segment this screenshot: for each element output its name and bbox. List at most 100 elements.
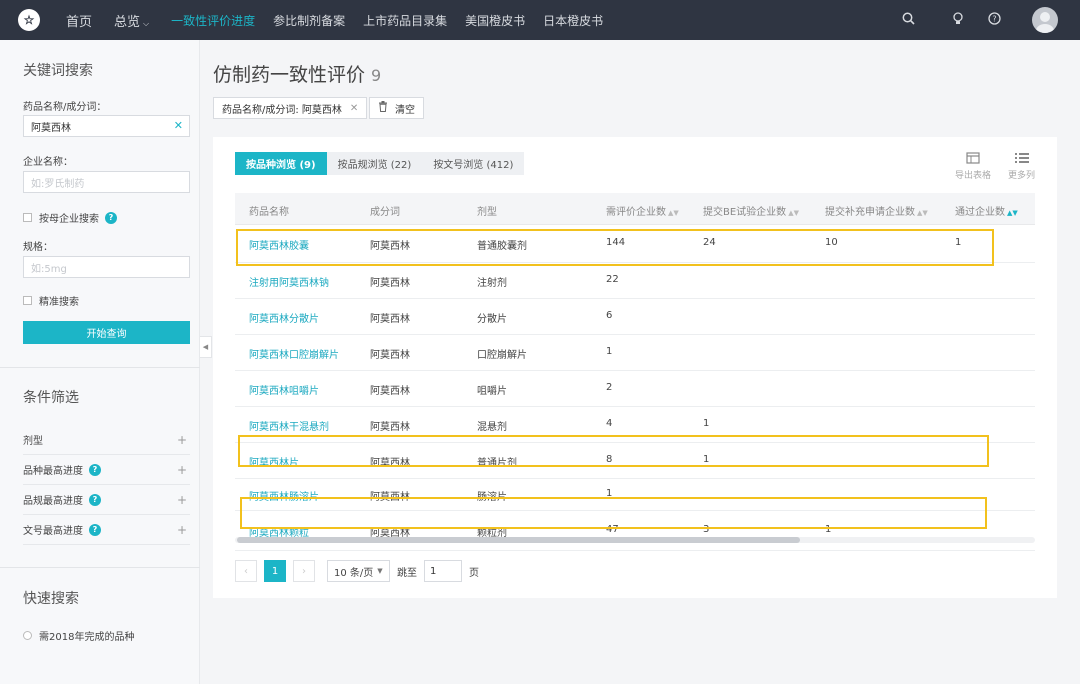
next-page-button[interactable]: › (293, 560, 315, 582)
sort-icon[interactable]: ▲▼ (788, 209, 799, 217)
table-header: 药品名称 成分词 剂型 需评价企业数 ▲▼ 提交BE试验企业数 ▲▼ 提交补充申请企… (235, 193, 1035, 225)
clear-filters-button[interactable]: 清空 (369, 97, 424, 119)
ingredient-cell: 阿莫西林 (370, 386, 410, 397)
column-header-drug-name: 药品名称 (249, 207, 289, 218)
company-placeholder: 如:罗氏制药 (31, 178, 85, 190)
table-row: 阿莫西林口腔崩解片 阿莫西林 口腔崩解片 1 (235, 335, 1035, 371)
parent-company-label: 按母企业搜索 (39, 214, 99, 225)
sort-icon[interactable]: ▲▼ (668, 209, 679, 217)
dosage-form-cell: 咀嚼片 (477, 386, 507, 397)
prev-page-button[interactable]: ‹ (235, 560, 257, 582)
goto-page-value: 1 (430, 565, 437, 577)
help-icon[interactable]: ? (89, 493, 101, 506)
nav-consistency-progress[interactable]: 一致性评价进度 (171, 12, 255, 29)
help-icon[interactable]: ? (89, 523, 101, 536)
expand-plus-icon[interactable]: + (177, 493, 187, 507)
sort-icon[interactable]: ▲▼ (1007, 209, 1018, 217)
ingredient-cell: 阿莫西林 (370, 314, 410, 325)
drug-name-label: 药品名称/成分词： (23, 102, 107, 113)
expand-plus-icon[interactable]: + (177, 463, 187, 477)
spec-input[interactable]: 如:5mg (23, 256, 190, 278)
top-navigation-bar: ☆ 首页 总览 ⌵ 一致性评价进度 参比制剂备案 上市药品目录集 美国橙皮书 日本… (0, 0, 1080, 40)
export-label: 导出表格 (955, 171, 992, 181)
nav-listed-drugs[interactable]: 上市药品目录集 (363, 12, 447, 29)
goto-page-input[interactable]: 1 (424, 560, 462, 582)
drug-name-link[interactable]: 阿莫西林分散片 (249, 310, 319, 325)
column-header-label: 需评价企业数 (606, 207, 666, 218)
page-title: 仿制药一致性评价 9 (213, 60, 381, 87)
clear-label: 清空 (395, 104, 415, 116)
parent-company-checkbox-row[interactable]: 按母企业搜索 ? (23, 210, 117, 225)
highlight-box (240, 497, 987, 529)
drug-name-link[interactable]: 阿莫西林干混悬剂 (249, 418, 329, 433)
dosage-form-cell: 分散片 (477, 314, 507, 325)
sidebar-divider (0, 367, 200, 368)
nav-reference-filing[interactable]: 参比制剂备案 (273, 12, 345, 29)
drug-name-link[interactable]: 阿莫西林口腔崩解片 (249, 346, 339, 361)
filter-variety-progress[interactable]: 品种最高进度 ? + (23, 455, 190, 485)
tab-by-spec[interactable]: 按品规浏览 (22) (326, 152, 423, 175)
sort-icon[interactable]: ▲▼ (917, 209, 928, 217)
chevron-down-icon: ⌵ (143, 18, 150, 28)
page-1-button[interactable]: 1 (264, 560, 286, 582)
lightbulb-icon[interactable] (950, 11, 966, 29)
table-row: 阿莫西林咀嚼片 阿莫西林 咀嚼片 2 (235, 371, 1035, 407)
filter-label: 文号最高进度 (23, 526, 83, 537)
pagination: ‹ 1 › 10 条/页 ▼ 跳至 1 页 (235, 560, 486, 582)
results-table: 药品名称 成分词 剂型 需评价企业数 ▲▼ 提交BE试验企业数 ▲▼ 提交补充申请企… (235, 193, 1035, 551)
tab-by-variety[interactable]: 按品种浏览 (9) (235, 152, 327, 175)
ingredient-cell: 阿莫西林 (370, 350, 410, 361)
column-header-passed[interactable]: 通过企业数 ▲▼ (955, 203, 1018, 218)
drug-name-link[interactable]: 阿莫西林咀嚼片 (249, 382, 319, 397)
scrollbar-thumb[interactable] (237, 537, 800, 543)
user-avatar[interactable] (1032, 7, 1058, 33)
exact-search-checkbox[interactable] (23, 296, 32, 305)
dosage-form-cell: 混悬剂 (477, 422, 507, 433)
page-suffix-label: 页 (469, 567, 479, 579)
list-icon (1008, 152, 1035, 167)
expand-plus-icon[interactable]: + (177, 433, 187, 447)
drug-name-link[interactable]: 注射用阿莫西林钠 (249, 274, 329, 289)
filter-spec-progress[interactable]: 品规最高进度 ? + (23, 485, 190, 515)
remove-filter-icon[interactable]: ✕ (350, 103, 358, 114)
start-search-button[interactable]: 开始查询 (23, 321, 190, 344)
search-icon[interactable] (900, 12, 916, 29)
company-input[interactable]: 如:罗氏制药 (23, 171, 190, 193)
filter-dosage-form[interactable]: 剂型 + (23, 425, 190, 455)
chevron-down-icon: ▼ (377, 567, 383, 575)
column-header-ingredient: 成分词 (370, 207, 400, 218)
column-header-need-eval[interactable]: 需评价企业数 ▲▼ (606, 203, 679, 218)
nav-japan-orange-book[interactable]: 日本橙皮书 (543, 12, 603, 29)
filter-approval-progress[interactable]: 文号最高进度 ? + (23, 515, 190, 545)
sidebar-divider (0, 567, 200, 568)
tab-by-approval-number[interactable]: 按文号浏览 (412) (422, 152, 525, 175)
nav-home[interactable]: 首页 (66, 11, 92, 30)
expand-plus-icon[interactable]: + (177, 523, 187, 537)
drug-name-input[interactable]: 阿莫西林 ✕ (23, 115, 190, 137)
quick-option-radio[interactable] (23, 631, 32, 640)
export-table-button[interactable]: 导出表格 (955, 152, 991, 181)
exact-search-checkbox-row[interactable]: 精准搜索 (23, 293, 79, 308)
sidebar: 关键词搜索 药品名称/成分词： 阿莫西林 ✕ 企业名称： 如:罗氏制药 按母企业… (0, 40, 200, 684)
quick-option-row[interactable]: 需2018年完成的品种 (23, 628, 134, 643)
collapse-sidebar-icon[interactable]: ◀ (200, 336, 212, 358)
nav-overview[interactable]: 总览 ⌵ (114, 11, 149, 30)
help-icon[interactable]: ? (105, 211, 117, 224)
column-header-supplement[interactable]: 提交补充申请企业数 ▲▼ (825, 203, 928, 218)
clear-input-icon[interactable]: ✕ (174, 119, 183, 132)
help-icon[interactable]: ? (89, 463, 101, 476)
help-icon[interactable]: ? (986, 11, 1002, 29)
more-columns-button[interactable]: 更多列 (1008, 152, 1035, 181)
app-logo[interactable]: ☆ (18, 9, 40, 31)
nav-us-orange-book[interactable]: 美国橙皮书 (465, 12, 525, 29)
column-header-be-submitted[interactable]: 提交BE试验企业数 ▲▼ (703, 203, 799, 218)
column-header-label: 提交BE试验企业数 (703, 207, 787, 218)
need-eval-cell: 2 (606, 382, 613, 393)
drug-name-value: 阿莫西林 (31, 122, 71, 134)
column-header-dosage-form: 剂型 (477, 207, 497, 218)
filter-label: 剂型 (23, 436, 43, 447)
parent-company-checkbox[interactable] (23, 213, 32, 222)
company-label: 企业名称： (23, 157, 73, 168)
horizontal-scrollbar[interactable] (235, 537, 1035, 543)
page-size-select[interactable]: 10 条/页 ▼ (327, 560, 390, 582)
